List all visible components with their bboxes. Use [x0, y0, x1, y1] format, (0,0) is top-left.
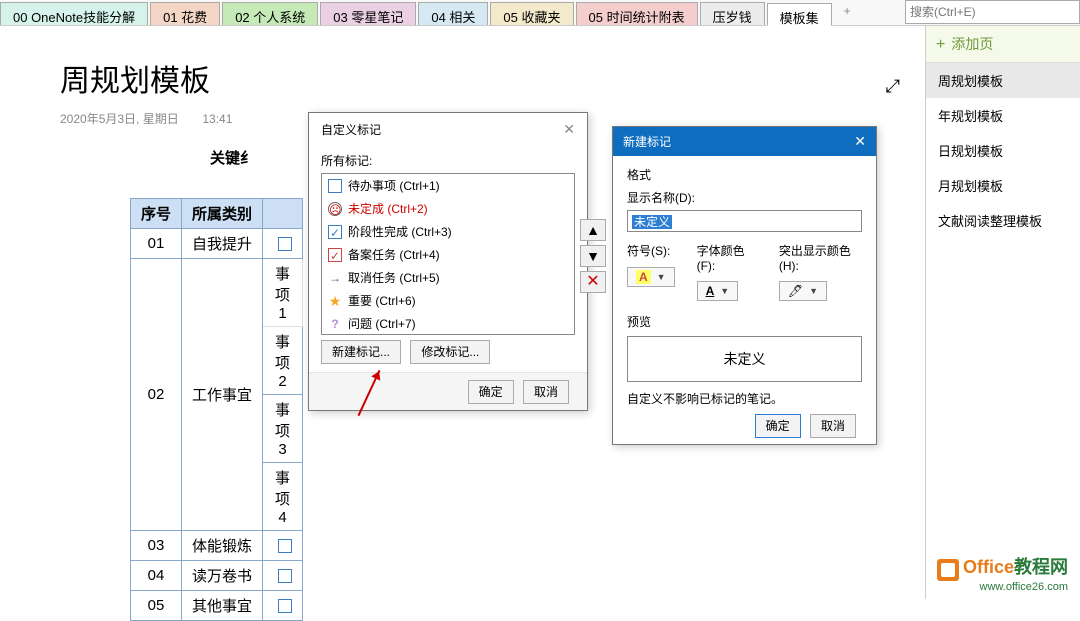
dialog-title: 新建标记✕ — [613, 127, 876, 156]
cell-c[interactable]: 自我提升 — [182, 229, 263, 259]
tag-item[interactable]: ★重要 (Ctrl+6) — [322, 289, 574, 312]
close-icon[interactable]: ✕ — [854, 133, 866, 150]
watermark: Office教程网 www.office26.com — [937, 553, 1068, 593]
hint-text: 自定义不影响已标记的笔记。 — [627, 390, 862, 407]
checkbox-icon — [328, 179, 342, 193]
tag-item[interactable]: →取消任务 (Ctrl+5) — [322, 266, 574, 289]
add-section-button[interactable]: + — [834, 0, 861, 25]
page-title[interactable]: 周规划模板 — [60, 56, 1080, 100]
tab-1[interactable]: 01 花费 — [150, 2, 220, 25]
cell-n[interactable]: 04 — [131, 561, 182, 591]
th-0: 序号 — [131, 199, 182, 229]
question-icon: ? — [328, 317, 342, 331]
cell-c[interactable]: 读万卷书 — [182, 561, 263, 591]
tag-item[interactable]: 待办事项 (Ctrl+1) — [322, 174, 574, 197]
fullscreen-icon[interactable]: ⤢ — [886, 76, 900, 97]
search-input[interactable] — [905, 0, 1080, 24]
tag-item[interactable]: ✓备案任务 (Ctrl+4) — [322, 243, 574, 266]
highlight-dropdown[interactable]: 🖊▼ — [779, 281, 827, 301]
cell-c[interactable]: 体能锻炼 — [182, 531, 263, 561]
highlight-a-icon: A — [636, 270, 651, 284]
tab-7[interactable]: 压岁钱 — [700, 2, 765, 25]
checkbox-icon[interactable] — [278, 599, 292, 613]
cancel-button[interactable]: 取消 — [523, 380, 569, 404]
new-tag-button[interactable]: 新建标记... — [321, 340, 401, 364]
highlighter-icon: 🖊 — [788, 284, 803, 298]
checkbox-icon[interactable] — [278, 539, 292, 553]
th-1: 所属类别 — [182, 199, 263, 229]
symbol-dropdown[interactable]: A▼ — [627, 267, 675, 287]
item[interactable]: 事项1 — [263, 259, 303, 327]
font-a-icon: A — [706, 284, 715, 298]
delete-button[interactable]: ✕ — [580, 271, 606, 293]
move-up-button[interactable]: ▲ — [580, 219, 606, 241]
sad-face-icon: ☹ — [328, 202, 342, 216]
tab-6[interactable]: 05 时间统计附表 — [576, 2, 698, 25]
cell-n[interactable]: 03 — [131, 531, 182, 561]
cell-c[interactable]: 工作事宜 — [182, 259, 263, 531]
cell-n[interactable]: 01 — [131, 229, 182, 259]
item[interactable]: 事项3 — [263, 395, 303, 463]
cell-n[interactable]: 05 — [131, 591, 182, 621]
ok-button[interactable]: 确定 — [755, 414, 801, 438]
page-time: 13:41 — [202, 112, 232, 126]
tab-5[interactable]: 05 收藏夹 — [490, 2, 573, 25]
checkbox-icon: ✓ — [328, 248, 342, 262]
arrow-right-icon: → — [328, 271, 342, 285]
modify-tag-button[interactable]: 修改标记... — [410, 340, 490, 364]
tab-8-active[interactable]: 模板集 — [767, 3, 832, 26]
office-logo-icon — [937, 559, 959, 581]
tab-0[interactable]: 00 OneNote技能分解 — [0, 2, 148, 25]
font-color-dropdown[interactable]: A▼ — [697, 281, 739, 301]
new-tag-dialog: 新建标记✕ 格式 显示名称(D): 未定义 符号(S):A▼ 字体颜色(F):A… — [612, 126, 877, 445]
format-label: 格式 — [627, 166, 862, 183]
checkbox-icon: ✓ — [328, 225, 342, 239]
tags-listbox[interactable]: 待办事项 (Ctrl+1) ☹未定成 (Ctrl+2) ✓阶段性完成 (Ctrl… — [321, 173, 575, 335]
item[interactable]: 事项4 — [263, 463, 303, 531]
font-color-label: 字体颜色(F): — [697, 242, 757, 273]
cell-n[interactable]: 02 — [131, 259, 182, 531]
chevron-down-icon: ▼ — [720, 286, 729, 296]
tag-item[interactable]: ✓阶段性完成 (Ctrl+3) — [322, 220, 574, 243]
preview-box: 未定义 — [627, 336, 862, 382]
display-name-input[interactable]: 未定义 — [627, 210, 862, 232]
tag-item[interactable]: ☹未定成 (Ctrl+2) — [322, 197, 574, 220]
customize-tags-dialog: 自定义标记✕ 所有标记: 待办事项 (Ctrl+1) ☹未定成 (Ctrl+2)… — [308, 112, 588, 411]
tab-2[interactable]: 02 个人系统 — [222, 2, 318, 25]
cancel-button[interactable]: 取消 — [810, 414, 856, 438]
star-icon: ★ — [328, 294, 342, 308]
display-name-label: 显示名称(D): — [627, 189, 862, 206]
chevron-down-icon: ▼ — [809, 286, 818, 296]
tag-item[interactable]: ?问题 (Ctrl+7) — [322, 312, 574, 335]
chevron-down-icon: ▼ — [657, 272, 666, 282]
symbol-label: 符号(S): — [627, 242, 670, 259]
highlight-label: 突出显示颜色(H): — [779, 242, 862, 273]
preview-label: 预览 — [627, 313, 862, 330]
cell-c[interactable]: 其他事宜 — [182, 591, 263, 621]
checkbox-icon[interactable] — [278, 569, 292, 583]
ok-button[interactable]: 确定 — [468, 380, 514, 404]
checkbox-icon[interactable] — [278, 237, 292, 251]
move-down-button[interactable]: ▼ — [580, 245, 606, 267]
all-tags-label: 所有标记: — [321, 152, 575, 169]
item[interactable]: 事项2 — [263, 327, 303, 395]
tab-4[interactable]: 04 相关 — [418, 2, 488, 25]
dialog-title: 自定义标记✕ — [309, 113, 587, 146]
page-date: 2020年5月3日, 星期日 — [60, 112, 179, 126]
close-icon[interactable]: ✕ — [563, 121, 575, 138]
tab-3[interactable]: 03 零星笔记 — [320, 2, 416, 25]
plan-table[interactable]: 序号所属类别 01自我提升 02工作事宜事项1 事项2 事项3 事项4 03体能… — [130, 198, 303, 621]
